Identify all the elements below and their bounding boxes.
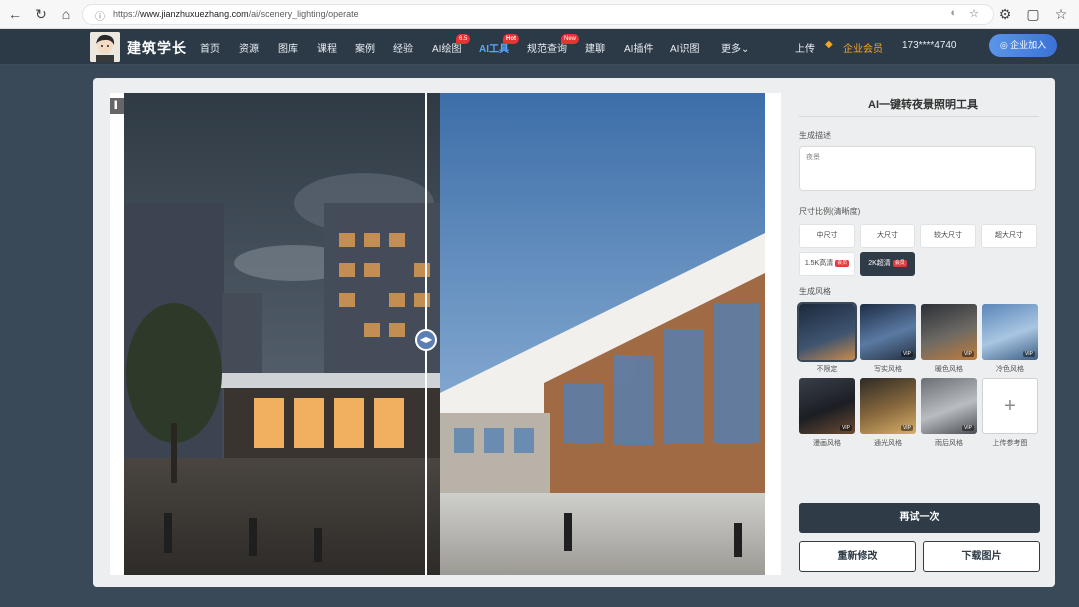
panel-title: AI一键转夜景照明工具	[868, 99, 978, 111]
style-card-rain[interactable]: VIP	[921, 378, 977, 434]
comparison-stage: ▌ ◀▶	[110, 93, 781, 575]
upload-reference-button[interactable]: +	[982, 378, 1038, 434]
vip-chip: VIP	[900, 351, 913, 357]
tool-card: ▌ ◀▶ AI一键转夜景照明工具 生成描述 夜景 尺寸比例(清晰度) 中尺寸 大…	[93, 78, 1055, 587]
size-option-label: 1.5K高清	[804, 260, 834, 267]
size-option-1-5k[interactable]: 1.5K高清 会员	[799, 252, 855, 276]
nav-badge: 6.5	[456, 34, 471, 44]
size-option-large[interactable]: 大尺寸	[860, 224, 915, 248]
nav-code-search[interactable]: 规范查询 New	[527, 34, 580, 55]
style-card-label: 漫画风格	[813, 440, 841, 447]
style-card-realistic[interactable]: VIP	[860, 304, 916, 360]
nav-resources[interactable]: 资源	[239, 40, 259, 55]
user-icon: ◎	[999, 40, 1011, 50]
description-input[interactable]: 夜景	[799, 146, 1036, 191]
size-option-medium[interactable]: 中尺寸	[799, 224, 855, 248]
nav-badge: Hot	[503, 34, 519, 44]
size-label: 尺寸比例(清晰度)	[799, 207, 861, 216]
vip-chip: VIP	[900, 425, 913, 431]
vip-label: 企业会员	[843, 44, 883, 55]
lock-icon: ⓘ	[95, 12, 105, 23]
description-value: 夜景	[806, 154, 820, 161]
retry-button[interactable]: 再试一次	[799, 503, 1040, 533]
user-phone[interactable]: 173****4740	[902, 40, 957, 51]
size-option-2k[interactable]: 2K超清 会员	[860, 252, 915, 276]
favorites-icon[interactable]: ☆	[1052, 5, 1070, 23]
settings-panel: AI一键转夜景照明工具 生成描述 夜景 尺寸比例(清晰度) 中尺寸 大尺寸 较大…	[791, 78, 1055, 587]
home-icon[interactable]: ⌂	[57, 5, 75, 23]
plus-icon: +	[1004, 395, 1016, 417]
compare-image[interactable]	[124, 93, 765, 575]
nav-ai-drawing[interactable]: AI绘图 6.5	[432, 34, 471, 55]
nav-ai-tools[interactable]: AI工具 Hot	[479, 34, 519, 55]
compare-slider-handle[interactable]: ◀▶	[415, 329, 437, 351]
nav-badge: New	[561, 34, 580, 44]
logo-avatar[interactable]	[90, 32, 120, 62]
browser-toolbar: ← ↻ ⌂ ⓘ https://www.jianzhuxuezhang.com/…	[0, 0, 1079, 29]
style-card-label: 通光风格	[874, 440, 902, 447]
diamond-icon: ◆	[825, 39, 833, 50]
star-icon[interactable]: ☆	[969, 7, 979, 20]
member-badge: 会员	[835, 259, 850, 267]
join-label: 企业加入	[1010, 40, 1047, 50]
style-card-label: 暖色风格	[935, 366, 963, 373]
upload-link[interactable]: 上传	[795, 40, 815, 55]
style-card-label: 不限定	[816, 366, 838, 373]
enterprise-vip-link[interactable]: ◆ 企业会员	[825, 39, 883, 55]
building-render-image	[124, 93, 765, 575]
nav-experience[interactable]: 经验	[393, 40, 413, 55]
style-card-label: 写实风格	[874, 366, 902, 373]
nav-code-search-label: 规范查询	[527, 44, 567, 55]
vip-chip: VIP	[961, 425, 974, 431]
upload-reference-label: 上传参考图	[992, 440, 1028, 447]
tabs-icon[interactable]: ▢	[1024, 5, 1042, 23]
reload-icon[interactable]: ↻	[32, 5, 50, 23]
address-bar[interactable]: ⓘ https://www.jianzhuxuezhang.com/ai/sce…	[82, 4, 994, 25]
style-card-warm[interactable]: VIP	[921, 304, 977, 360]
style-card-unlimited[interactable]	[797, 302, 857, 362]
site-logo-text[interactable]: 建筑学长	[127, 38, 187, 58]
nav-more[interactable]: 更多⌄	[721, 40, 749, 55]
nav-ai-plugin[interactable]: AI插件	[624, 40, 653, 55]
modify-button[interactable]: 重新修改	[799, 541, 916, 572]
style-card-light[interactable]: VIP	[860, 378, 916, 434]
vip-chip: VIP	[1022, 351, 1035, 357]
style-card-label: 雨后风格	[935, 440, 963, 447]
compare-tag: ▌	[110, 98, 124, 114]
translate-icon[interactable]: ◐	[950, 7, 957, 19]
download-button[interactable]: 下载图片	[923, 541, 1040, 572]
nav-ai-tools-label: AI工具	[479, 44, 509, 55]
style-card-comic[interactable]: VIP	[799, 378, 855, 434]
nav-ai-drawing-label: AI绘图	[432, 44, 462, 55]
member-badge: 会员	[892, 259, 907, 267]
desc-label: 生成描述	[799, 131, 831, 140]
url-text: https://www.jianzhuxuezhang.com/ai/scene…	[113, 9, 359, 19]
size-option-larger[interactable]: 较大尺寸	[920, 224, 976, 248]
site-nav: 建筑学长 首页 资源 图库 课程 案例 经验 AI绘图 6.5 AI工具 Hot…	[0, 29, 1079, 65]
nav-ai-recognize[interactable]: AI识图	[670, 40, 699, 55]
nav-courses[interactable]: 课程	[317, 40, 337, 55]
nav-chat[interactable]: 建聊	[585, 40, 605, 55]
nav-cases[interactable]: 案例	[355, 40, 375, 55]
vip-chip: VIP	[839, 425, 852, 431]
extension-icon[interactable]: ⚙	[996, 5, 1014, 23]
size-option-label: 2K超清	[868, 260, 891, 267]
style-card-label: 冷色风格	[996, 366, 1024, 373]
size-option-xlarge[interactable]: 超大尺寸	[981, 224, 1037, 248]
join-enterprise-button[interactable]: ◎ 企业加入	[989, 34, 1057, 57]
back-icon[interactable]: ←	[6, 5, 24, 23]
nav-home[interactable]: 首页	[200, 40, 220, 55]
style-card-cool[interactable]: VIP	[982, 304, 1038, 360]
panel-divider	[799, 116, 1039, 117]
nav-gallery[interactable]: 图库	[278, 40, 298, 55]
style-label: 生成风格	[799, 287, 831, 296]
vip-chip: VIP	[961, 351, 974, 357]
